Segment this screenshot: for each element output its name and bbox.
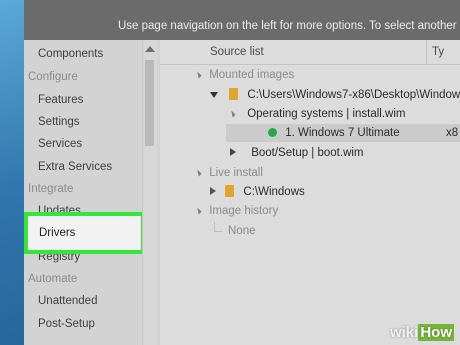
- sidebar-item-drivers-label: Drivers: [39, 227, 76, 239]
- sidebar-item-drivers[interactable]: Drivers: [24, 212, 145, 254]
- sidebar-item-settings[interactable]: Settings: [38, 116, 80, 128]
- sidebar-item-post-setup[interactable]: Post-Setup: [38, 318, 95, 330]
- collapse-triangle-icon[interactable]: [194, 207, 202, 215]
- sidebar-item-features[interactable]: Features: [38, 94, 83, 106]
- status-ok-icon: [268, 128, 277, 137]
- collapse-triangle-icon[interactable]: [194, 71, 202, 79]
- folder-icon: [225, 185, 235, 197]
- scroll-up-icon[interactable]: [145, 46, 155, 52]
- app-window: Use page navigation on the left for more…: [24, 0, 460, 345]
- tree-connector: [214, 231, 222, 232]
- folder-icon: [229, 88, 239, 100]
- wikihow-watermark: wiki How: [389, 324, 454, 341]
- tree-group-live-install[interactable]: Live install: [194, 167, 263, 179]
- scrollbar-thumb[interactable]: [145, 60, 154, 146]
- sidebar: Components Configure Features Settings S…: [24, 40, 160, 345]
- column-type[interactable]: Ty: [432, 46, 444, 58]
- sidebar-scrollbar[interactable]: [142, 40, 157, 345]
- sidebar-item-components[interactable]: Components: [38, 48, 103, 60]
- tree-item-boot-setup[interactable]: Boot/Setup | boot.wim: [230, 147, 364, 159]
- collapse-triangle-icon[interactable]: [194, 169, 202, 177]
- tree-item-none: None: [228, 225, 256, 237]
- sidebar-heading-configure: Configure: [28, 71, 78, 83]
- tree-item-windows-7-ultimate[interactable]: 1. Windows 7 Ultimate: [268, 127, 400, 139]
- source-list-panel: Source list Ty Mounted images C:\Users\W…: [160, 40, 460, 345]
- expand-arrow-icon[interactable]: [210, 92, 218, 98]
- column-source-list[interactable]: Source list: [210, 46, 264, 58]
- expand-arrow-icon[interactable]: [210, 187, 216, 195]
- sidebar-item-unattended[interactable]: Unattended: [38, 295, 97, 307]
- sidebar-item-services[interactable]: Services: [38, 138, 82, 150]
- header-bar: Use page navigation on the left for more…: [24, 0, 460, 40]
- sidebar-heading-automate: Automate: [28, 273, 78, 285]
- sidebar-item-extra-services[interactable]: Extra Services: [38, 161, 112, 173]
- edition-type-cell: x8: [446, 127, 459, 139]
- tree-item-operating-systems[interactable]: Operating systems | install.wim: [228, 108, 406, 120]
- tree-item-image-path[interactable]: C:\Users\Windows7-x86\Desktop\Windows 7: [210, 88, 460, 101]
- tree-group-image-history[interactable]: Image history: [194, 205, 278, 217]
- tree-item-c-windows[interactable]: C:\Windows: [210, 185, 305, 198]
- column-divider[interactable]: [426, 40, 427, 64]
- sidebar-heading-integrate: Integrate: [28, 183, 74, 195]
- expand-arrow-icon[interactable]: [230, 148, 240, 156]
- column-header: Source list Ty: [160, 40, 460, 65]
- header-hint: Use page navigation on the left for more…: [118, 20, 460, 32]
- collapse-triangle-icon[interactable]: [228, 110, 236, 118]
- tree-group-mounted-images[interactable]: Mounted images: [194, 69, 294, 81]
